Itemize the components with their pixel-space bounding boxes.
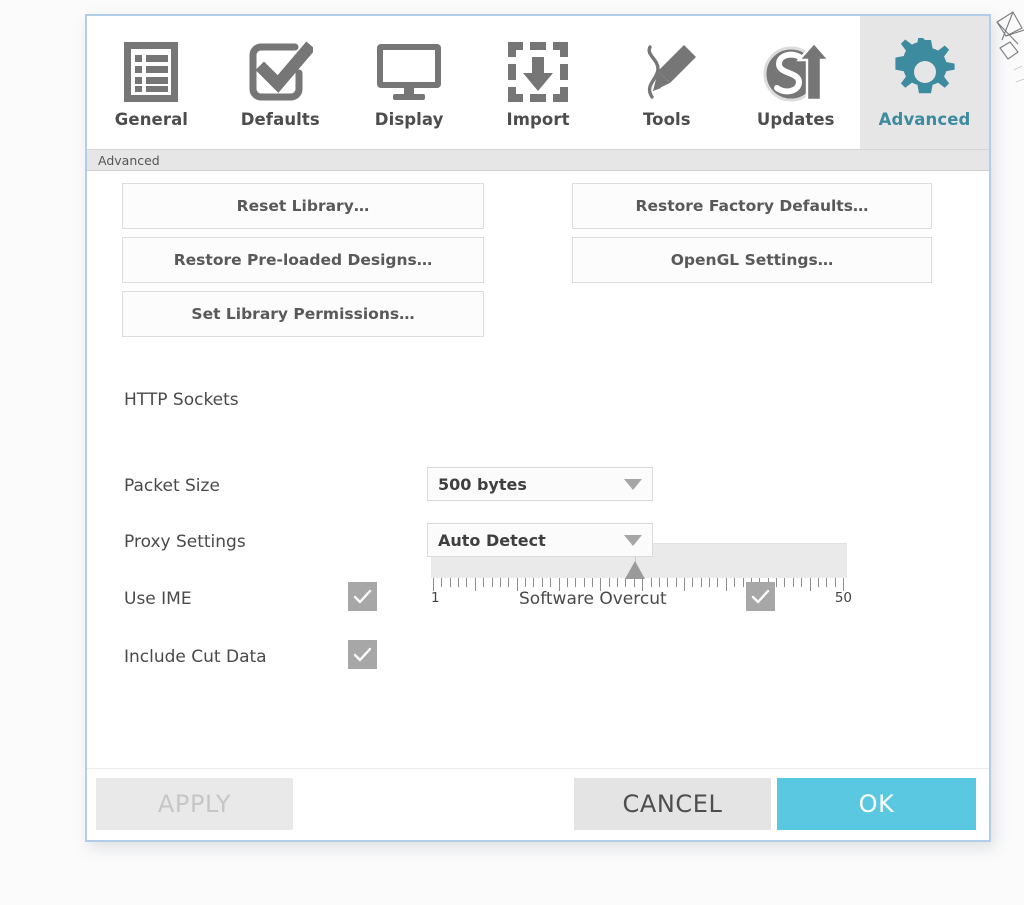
- checkbox-check-icon: [247, 36, 314, 108]
- proxy-settings-label: Proxy Settings: [124, 532, 246, 552]
- proxy-settings-dropdown[interactable]: Auto Detect: [427, 523, 653, 557]
- preferences-dialog: General Defaults Display Import Tools Up…: [85, 14, 991, 842]
- monitor-icon: [374, 36, 444, 108]
- slider-tick: [617, 578, 618, 587]
- slider-tick: [450, 578, 451, 587]
- proxy-settings-value: Auto Detect: [438, 530, 546, 550]
- advanced-settings-panel: Reset Library… Restore Pre-loaded Design…: [87, 171, 989, 791]
- restore-factory-defaults-button[interactable]: Restore Factory Defaults…: [572, 183, 932, 229]
- restore-preloaded-designs-button[interactable]: Restore Pre-loaded Designs…: [122, 237, 484, 283]
- software-overcut-label: Software Overcut: [519, 589, 667, 609]
- ok-button[interactable]: OK: [777, 778, 976, 830]
- tab-defaults-label: Defaults: [240, 110, 320, 129]
- slider-tick: [676, 578, 677, 587]
- list-document-icon: [120, 36, 182, 108]
- tab-general[interactable]: General: [87, 16, 216, 149]
- slider-tick: [776, 578, 777, 587]
- slider-tick: [458, 578, 459, 587]
- slider-tick: [517, 578, 518, 591]
- slider-tick: [584, 578, 585, 587]
- tab-advanced-label: Advanced: [878, 110, 971, 129]
- slider-tick: [793, 578, 794, 587]
- apply-button[interactable]: APPLY: [96, 778, 293, 830]
- slider-tick: [533, 578, 534, 587]
- slider-tick: [659, 578, 660, 587]
- include-cut-data-checkbox[interactable]: [348, 640, 377, 669]
- slider-tick: [784, 578, 785, 587]
- slider-tick: [835, 578, 836, 587]
- packet-size-value: 500 bytes: [438, 474, 527, 494]
- tab-general-label: General: [114, 110, 189, 129]
- slider-tick: [667, 578, 668, 587]
- slider-tick: [592, 578, 593, 587]
- software-overcut-checkbox[interactable]: [746, 582, 775, 611]
- slider-tick: [810, 578, 811, 591]
- breadcrumb-label: Advanced: [98, 152, 160, 168]
- include-cut-data-label: Include Cut Data: [124, 647, 267, 667]
- check-icon: [353, 589, 372, 603]
- dialog-footer: APPLY CANCEL OK: [87, 768, 989, 840]
- slider-tick: [818, 578, 819, 587]
- use-ime-checkbox[interactable]: [348, 582, 377, 611]
- packet-size-label: Packet Size: [124, 476, 220, 496]
- slider-tick: [542, 578, 543, 587]
- cancel-button[interactable]: CANCEL: [574, 778, 771, 830]
- slider-tick: [651, 578, 652, 587]
- slider-tick: [500, 578, 501, 587]
- slider-tick: [692, 578, 693, 587]
- slider-tick: [625, 578, 626, 587]
- slider-tick: [701, 578, 702, 587]
- slider-tick: [525, 578, 526, 587]
- tab-updates[interactable]: Updates: [731, 16, 861, 149]
- slider-tick: [466, 578, 467, 587]
- slider-max-label: 50: [834, 590, 852, 606]
- tab-tools[interactable]: Tools: [602, 16, 732, 149]
- packet-size-dropdown[interactable]: 500 bytes: [427, 467, 653, 501]
- slider-tick: [709, 578, 710, 587]
- use-ime-label: Use IME: [124, 589, 192, 609]
- slider-tick: [684, 578, 685, 591]
- gear-icon: [891, 36, 959, 108]
- check-icon: [751, 589, 770, 603]
- slider-tick: [508, 578, 509, 587]
- tab-display[interactable]: Display: [344, 16, 474, 149]
- slider-tick: [743, 578, 744, 587]
- chevron-down-icon: [614, 478, 652, 490]
- reset-library-button[interactable]: Reset Library…: [122, 183, 484, 229]
- breadcrumb: Advanced: [87, 149, 989, 171]
- http-sockets-label: HTTP Sockets: [124, 390, 239, 410]
- slider-tick: [634, 578, 635, 587]
- tab-import-label: Import: [506, 110, 570, 129]
- tab-display-label: Display: [374, 110, 444, 129]
- check-icon: [353, 647, 372, 661]
- tab-defaults[interactable]: Defaults: [215, 16, 345, 149]
- slider-tick: [492, 578, 493, 587]
- pencil-curve-icon: [632, 36, 702, 108]
- slider-tick: [609, 578, 610, 587]
- slider-min-label: 1: [431, 590, 440, 606]
- s-circle-up-arrow-icon: [761, 36, 831, 108]
- tab-advanced[interactable]: Advanced: [860, 16, 990, 149]
- tab-tools-label: Tools: [643, 110, 691, 129]
- slider-tick: [567, 578, 568, 587]
- slider-tick: [550, 578, 551, 587]
- slider-tick: [734, 578, 735, 587]
- tab-import[interactable]: Import: [473, 16, 603, 149]
- slider-tick: [717, 578, 718, 587]
- tab-updates-label: Updates: [756, 110, 835, 129]
- slider-tick: [826, 578, 827, 587]
- set-library-permissions-button[interactable]: Set Library Permissions…: [122, 291, 484, 337]
- settings-tabstrip: General Defaults Display Import Tools Up…: [87, 16, 990, 149]
- opengl-settings-button[interactable]: OpenGL Settings…: [572, 237, 932, 283]
- slider-tick: [441, 578, 442, 587]
- slider-tick: [575, 578, 576, 587]
- slider-tick: [475, 578, 476, 591]
- slider-tick: [801, 578, 802, 587]
- slider-tick: [726, 578, 727, 591]
- chevron-down-icon: [614, 534, 652, 546]
- slider-tick: [483, 578, 484, 587]
- dashed-box-download-icon: [505, 36, 571, 108]
